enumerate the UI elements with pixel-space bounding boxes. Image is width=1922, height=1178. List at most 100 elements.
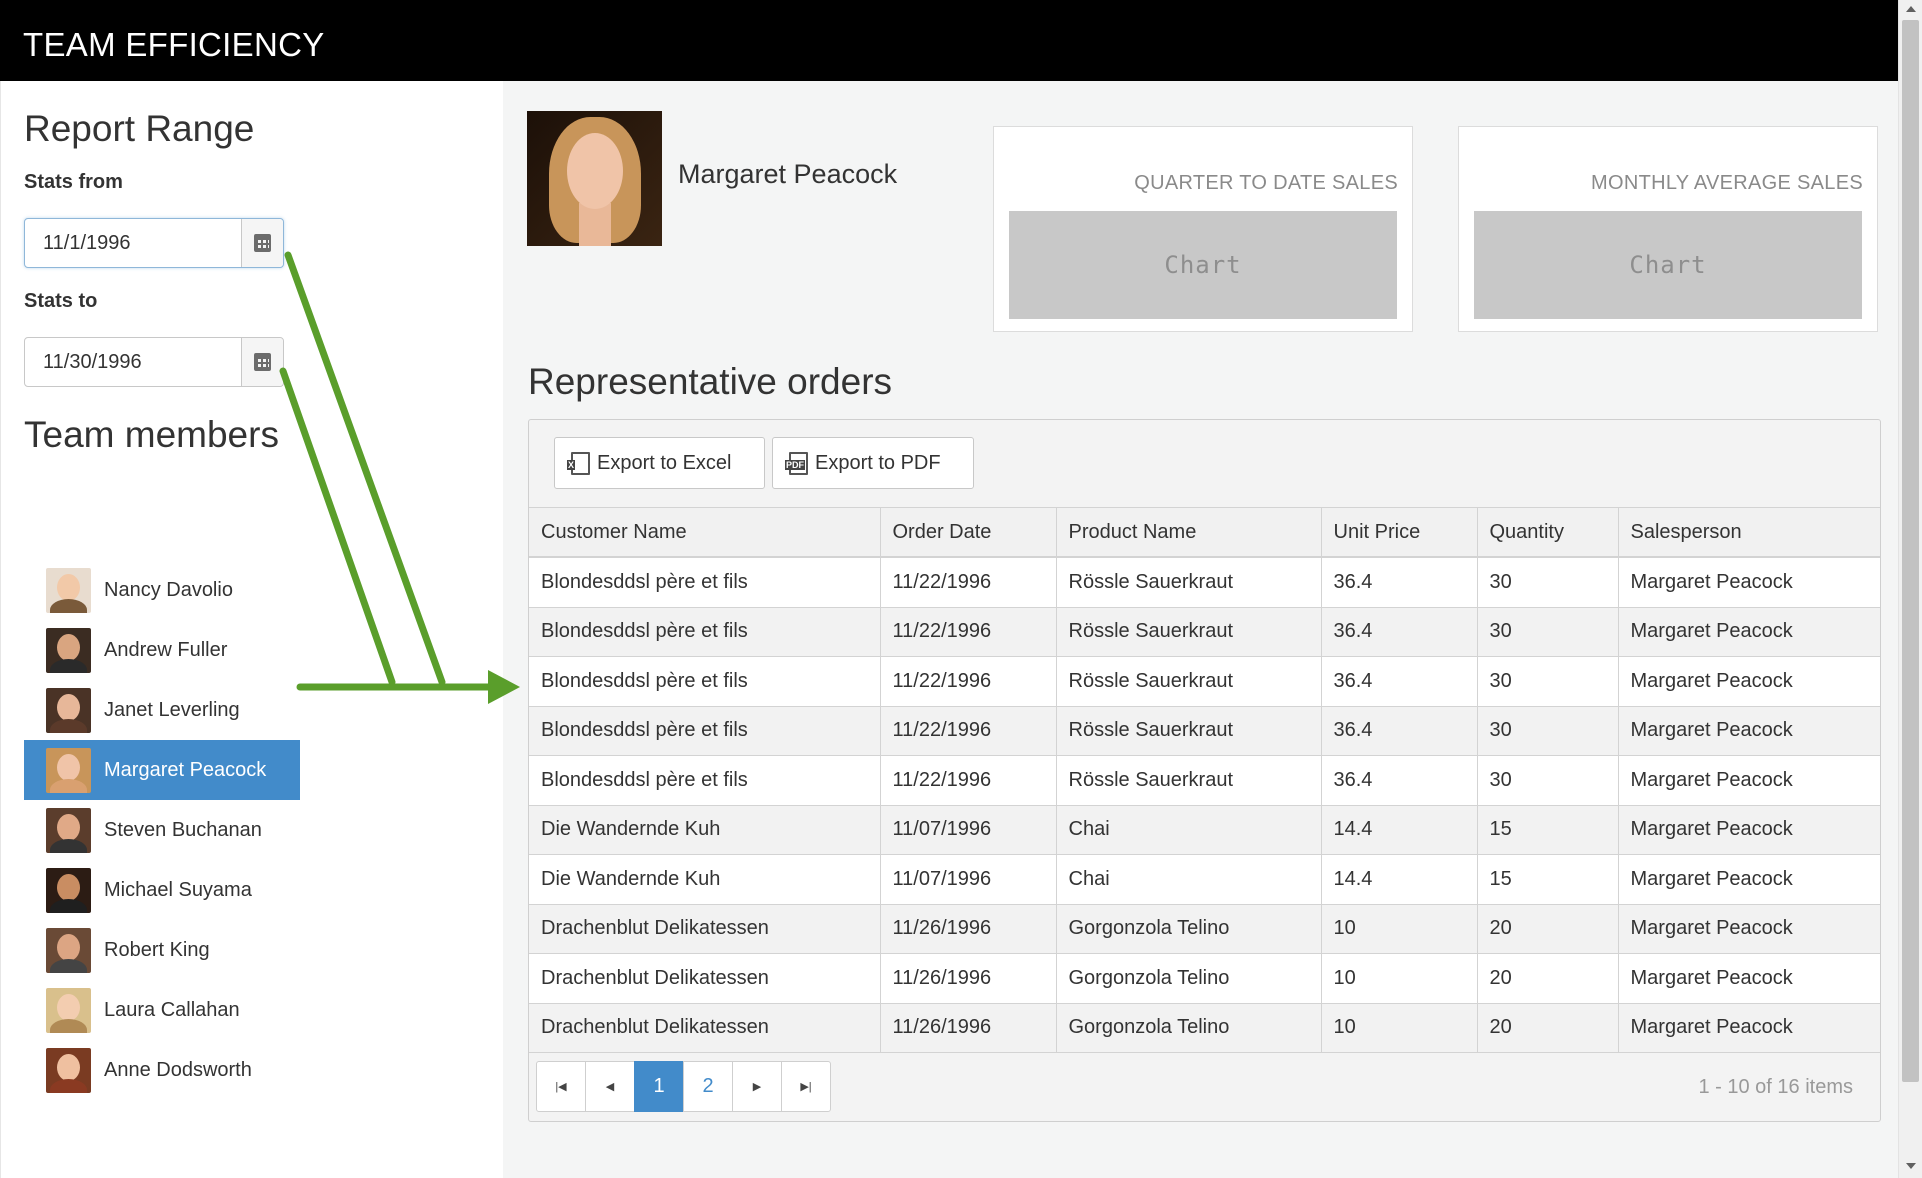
kpi-title: QUARTER TO DATE SALES	[1134, 172, 1398, 194]
column-header[interactable]: Product Name	[1055, 507, 1321, 558]
table-cell: 11/22/1996	[879, 755, 1056, 806]
table-row[interactable]: Blondesddsl père et fils 11/22/1996 Röss…	[529, 656, 1880, 707]
last-page-icon: ▶|	[800, 1081, 812, 1093]
table-cell: Margaret Peacock	[1617, 755, 1880, 806]
team-member-name: Michael Suyama	[104, 878, 252, 901]
table-row[interactable]: Die Wandernde Kuh 11/07/1996 Chai 14.4 1…	[529, 854, 1880, 905]
table-row[interactable]: Blondesddsl père et fils 11/22/1996 Röss…	[529, 706, 1880, 756]
column-header[interactable]: Order Date	[879, 507, 1056, 558]
table-cell: Blondesddsl père et fils	[529, 706, 880, 756]
team-member-item[interactable]: Robert King	[24, 920, 300, 980]
export-pdf-button[interactable]: Export to PDF	[772, 437, 974, 489]
team-member-name: Robert King	[104, 938, 210, 961]
stats-from-datepicker	[24, 218, 284, 268]
team-member-item-selected[interactable]: Margaret Peacock	[24, 740, 300, 800]
table-cell: Blondesddsl père et fils	[529, 755, 880, 806]
pdf-file-icon	[785, 451, 808, 475]
scroll-up-icon[interactable]	[1906, 6, 1916, 12]
stats-to-datepicker	[24, 337, 284, 387]
kpi-title: MONTHLY AVERAGE SALES	[1591, 172, 1863, 194]
team-member-item[interactable]: Michael Suyama	[24, 860, 300, 920]
export-excel-button[interactable]: Export to Excel	[554, 437, 765, 489]
profile-photo	[527, 111, 662, 246]
team-member-name: Anne Dodsworth	[104, 1058, 252, 1081]
page-button-2[interactable]: 2	[683, 1061, 733, 1112]
table-cell: Rössle Sauerkraut	[1055, 755, 1321, 806]
table-cell: Rössle Sauerkraut	[1055, 557, 1321, 608]
pager: |◀ ◀ 1 2 ▶ ▶|	[536, 1061, 831, 1112]
last-page-button[interactable]: ▶|	[781, 1061, 831, 1112]
app-header: TEAM EFFICIENCY	[0, 0, 1898, 81]
column-header[interactable]: Salesperson	[1617, 507, 1880, 558]
table-cell: Margaret Peacock	[1617, 904, 1880, 954]
table-cell: 30	[1476, 607, 1618, 657]
table-cell: Drachenblut Delikatessen	[529, 904, 880, 954]
table-cell: 20	[1476, 1003, 1618, 1053]
quarter-to-date-sales-card: QUARTER TO DATE SALES Chart	[993, 126, 1413, 332]
table-cell: Rössle Sauerkraut	[1055, 607, 1321, 657]
table-row[interactable]: Blondesddsl père et fils 11/22/1996 Röss…	[529, 557, 1880, 608]
column-header[interactable]: Unit Price	[1320, 507, 1477, 558]
prev-page-icon: ◀	[605, 1081, 615, 1093]
team-member-item[interactable]: Anne Dodsworth	[24, 1040, 300, 1100]
table-cell: 11/26/1996	[879, 1003, 1056, 1053]
table-cell: 15	[1476, 854, 1618, 905]
table-cell: Chai	[1055, 854, 1321, 905]
team-member-item[interactable]: Janet Leverling	[24, 680, 300, 740]
team-member-item[interactable]: Nancy Davolio	[24, 560, 300, 620]
stats-to-input[interactable]	[25, 338, 243, 386]
page-button-1[interactable]: 1	[634, 1061, 684, 1112]
table-cell: Margaret Peacock	[1617, 557, 1880, 608]
table-cell: 14.4	[1320, 854, 1477, 905]
table-cell: 30	[1476, 755, 1618, 806]
stats-from-calendar-button[interactable]	[241, 219, 283, 267]
scrollbar-thumb[interactable]	[1902, 20, 1919, 1082]
excel-file-icon	[567, 451, 590, 475]
export-excel-label: Export to Excel	[597, 451, 732, 474]
app-title: TEAM EFFICIENCY	[23, 26, 325, 63]
stats-from-input[interactable]	[25, 219, 243, 267]
table-cell: 11/07/1996	[879, 854, 1056, 905]
chart-placeholder: Chart	[1474, 211, 1862, 319]
table-cell: Margaret Peacock	[1617, 1003, 1880, 1053]
first-page-icon: |◀	[555, 1081, 567, 1093]
table-row[interactable]: Drachenblut Delikatessen 11/26/1996 Gorg…	[529, 1003, 1880, 1053]
table-cell: Margaret Peacock	[1617, 854, 1880, 905]
vertical-scrollbar[interactable]	[1898, 0, 1922, 1178]
team-member-item[interactable]: Steven Buchanan	[24, 800, 300, 860]
column-header[interactable]: Quantity	[1476, 507, 1618, 558]
chart-placeholder-label: Chart	[1629, 251, 1707, 279]
team-member-name: Steven Buchanan	[104, 818, 262, 841]
table-cell: 10	[1320, 904, 1477, 954]
avatar	[46, 687, 91, 733]
scroll-down-icon[interactable]	[1906, 1163, 1916, 1169]
profile-name: Margaret Peacock	[678, 159, 898, 189]
table-row[interactable]: Drachenblut Delikatessen 11/26/1996 Gorg…	[529, 953, 1880, 1004]
table-row[interactable]: Blondesddsl père et fils 11/22/1996 Röss…	[529, 755, 1880, 806]
table-cell: Drachenblut Delikatessen	[529, 953, 880, 1004]
table-cell: 30	[1476, 557, 1618, 608]
stats-to-calendar-button[interactable]	[241, 338, 283, 386]
table-cell: Margaret Peacock	[1617, 953, 1880, 1004]
calendar-icon	[254, 234, 271, 252]
orders-grid: Export to Excel Export to PDF Customer N…	[528, 419, 1881, 1122]
table-cell: 20	[1476, 904, 1618, 954]
first-page-button[interactable]: |◀	[536, 1061, 586, 1112]
team-member-name: Andrew Fuller	[104, 638, 228, 661]
table-cell: 36.4	[1320, 607, 1477, 657]
table-row[interactable]: Blondesddsl père et fils 11/22/1996 Röss…	[529, 607, 1880, 657]
orders-table: Customer Name Order Date Product Name Un…	[529, 507, 1880, 1053]
table-cell: Die Wandernde Kuh	[529, 805, 880, 855]
table-cell: Gorgonzola Telino	[1055, 953, 1321, 1004]
prev-page-button[interactable]: ◀	[585, 1061, 635, 1112]
avatar	[46, 567, 91, 613]
table-row[interactable]: Drachenblut Delikatessen 11/26/1996 Gorg…	[529, 904, 1880, 954]
table-cell: 11/26/1996	[879, 904, 1056, 954]
team-member-item[interactable]: Laura Callahan	[24, 980, 300, 1040]
column-header[interactable]: Customer Name	[529, 507, 880, 558]
table-row[interactable]: Die Wandernde Kuh 11/07/1996 Chai 14.4 1…	[529, 805, 1880, 855]
table-cell: 11/07/1996	[879, 805, 1056, 855]
team-member-item[interactable]: Andrew Fuller	[24, 620, 300, 680]
main-content: Margaret Peacock QUARTER TO DATE SALES C…	[503, 81, 1898, 1178]
next-page-button[interactable]: ▶	[732, 1061, 782, 1112]
